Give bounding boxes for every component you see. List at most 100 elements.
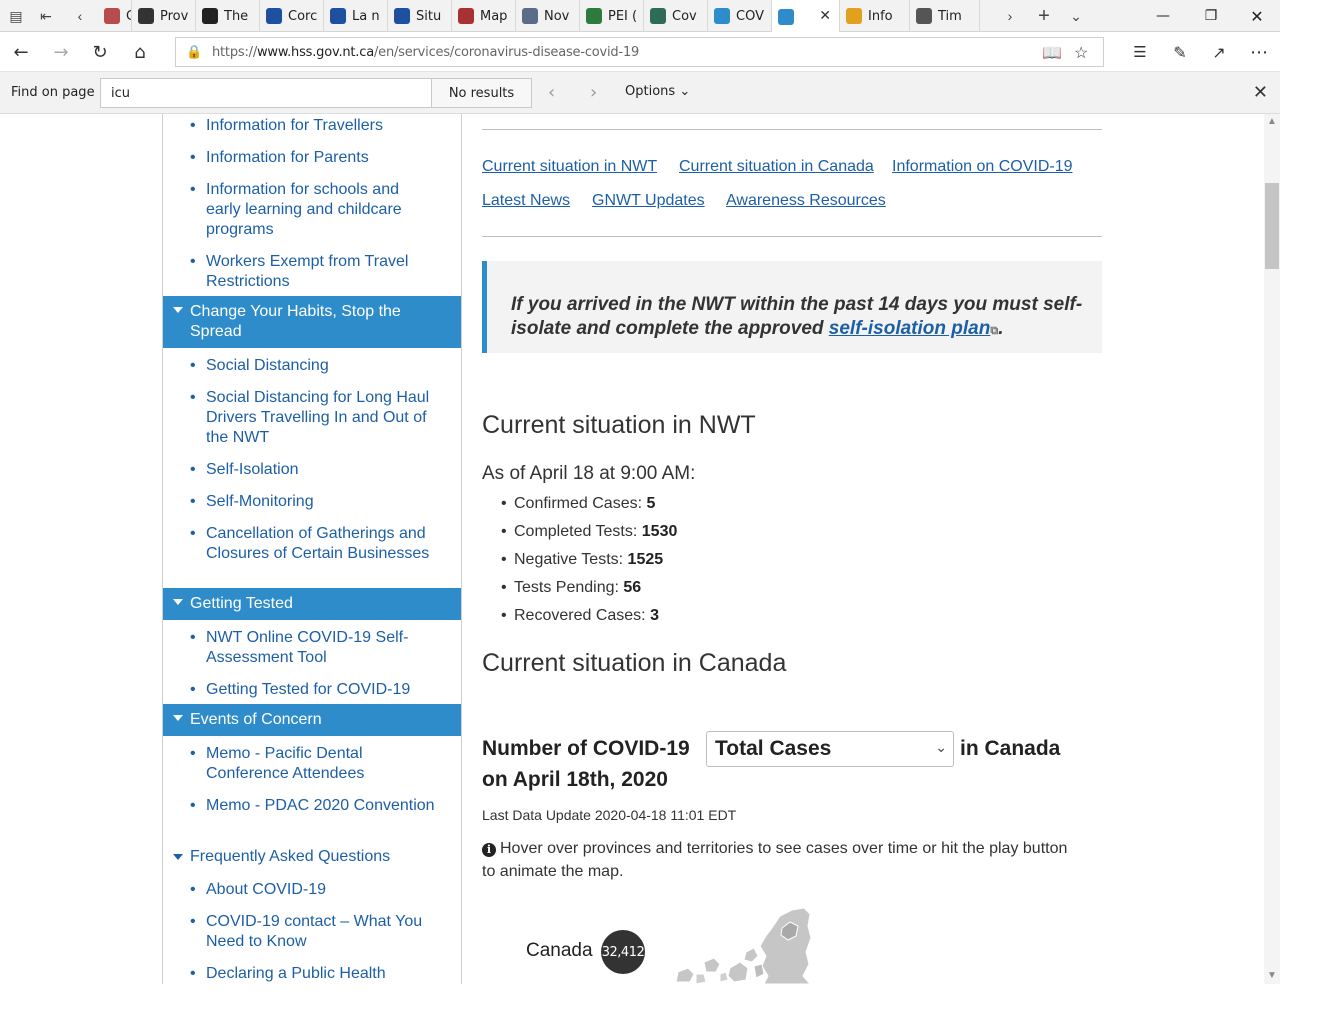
sidebar-item-self-assessment-tool[interactable]: NWT Online COVID-19 Self-Assessment Tool (190, 628, 436, 668)
minimize-icon[interactable]: — (1140, 0, 1186, 32)
sidebar-item-covid-contact[interactable]: COVID-19 contact – What You Need to Know (190, 912, 436, 952)
link-awareness-resources[interactable]: Awareness Resources (726, 192, 886, 210)
sidebar-item-cancellation-of-gatherings[interactable]: Cancellation of Gatherings and Closures … (190, 524, 436, 564)
link-gnwt-updates[interactable]: GNWT Updates (592, 192, 705, 210)
sidebar-section-faq[interactable]: Frequently Asked Questions (173, 848, 390, 866)
tab-13[interactable]: Tim (910, 0, 980, 32)
favorites-hub-icon[interactable]: ☰ (1128, 40, 1152, 64)
sidebar-item-information-for-parents[interactable]: Information for Parents (190, 148, 436, 168)
sidebar-item-self-monitoring[interactable]: Self-Monitoring (190, 492, 436, 512)
sidebar-section-events-of-concern[interactable]: Events of Concern (163, 704, 461, 736)
sidebar-item-social-distancing-drivers[interactable]: Social Distancing for Long Haul Drivers … (190, 388, 436, 448)
tab-label: Corc (288, 8, 318, 24)
address-bar-row: ← → ↻ ⌂ 🔒 https://www.hss.gov.nt.ca/en/s… (0, 32, 1280, 72)
sidebar-item-information-for-schools[interactable]: Information for schools and early learni… (190, 180, 436, 240)
tab-label: Map (480, 8, 508, 24)
find-previous-icon[interactable]: ‹ (548, 82, 555, 103)
metric-select[interactable]: Total Cases ⌄ (706, 731, 954, 767)
map-region-island[interactable] (753, 963, 765, 979)
more-menu-icon[interactable]: ⋯ (1247, 40, 1271, 64)
sidebar-item-memo-pdac[interactable]: Memo - PDAC 2020 Convention (190, 796, 436, 816)
canada-map[interactable] (670, 904, 815, 984)
link-latest-news[interactable]: Latest News (482, 192, 570, 210)
expanded-triangle-icon (173, 307, 183, 313)
share-icon[interactable]: ↗ (1207, 40, 1231, 64)
tab-1[interactable]: Prov (132, 0, 196, 32)
set-aside-tabs-icon[interactable]: ⇤ (36, 6, 56, 26)
scroll-tabs-right-icon[interactable]: › (1000, 6, 1020, 26)
refresh-icon[interactable]: ↻ (88, 40, 112, 64)
sidebar-item-getting-tested[interactable]: Getting Tested for COVID-19 (190, 680, 436, 700)
home-icon[interactable]: ⌂ (128, 40, 152, 64)
tab-label: The (224, 8, 249, 24)
scroll-tabs-left-icon[interactable]: ‹ (70, 6, 90, 26)
sidebar-section-getting-tested[interactable]: Getting Tested (163, 588, 461, 620)
reading-view-icon[interactable]: 📖 (1042, 43, 1062, 63)
tab-8[interactable]: PEI ( (580, 0, 644, 32)
sidebar-item-about-covid[interactable]: About COVID-19 (190, 880, 436, 900)
self-isolation-plan-link[interactable]: self-isolation plan (829, 318, 991, 339)
map-region-island[interactable] (719, 971, 729, 983)
tab-actions-icon[interactable]: ▤ (6, 6, 26, 26)
external-link-icon: ⧉ (990, 325, 999, 337)
scrollbar-thumb[interactable] (1265, 183, 1279, 269)
sidebar-section-label: Change Your Habits, Stop the Spread (190, 303, 401, 340)
canada-total-badge[interactable]: 32,412 (601, 930, 645, 974)
link-current-situation-canada[interactable]: Current situation in Canada (679, 158, 874, 176)
tab-4[interactable]: La n (324, 0, 388, 32)
tab-6[interactable]: Map (452, 0, 516, 32)
sidebar-section-change-your-habits[interactable]: Change Your Habits, Stop the Spread (163, 296, 461, 348)
map-region-island[interactable] (727, 961, 749, 983)
tab-favicon-icon (458, 8, 474, 24)
scroll-up-icon[interactable]: ▲ (1267, 116, 1277, 127)
web-notes-icon[interactable]: ✎ (1168, 40, 1192, 64)
favorite-star-icon[interactable]: ☆ (1074, 43, 1088, 63)
tab-12[interactable]: Info (840, 0, 910, 32)
in-canada-label: in Canada (960, 737, 1061, 760)
find-input[interactable] (100, 78, 432, 108)
address-bar[interactable]: 🔒 https://www.hss.gov.nt.ca/en/services/… (175, 37, 1104, 67)
new-tab-icon[interactable]: + (1034, 5, 1054, 27)
tab-label: Info (868, 8, 893, 24)
tab-3[interactable]: Corc (260, 0, 324, 32)
restore-icon[interactable]: ❐ (1188, 0, 1234, 32)
window-close-icon[interactable]: ✕ (1234, 0, 1280, 32)
find-options-button[interactable]: Options ⌄ (625, 84, 690, 99)
tab-label: Nov (544, 8, 570, 24)
tab-7[interactable]: Nov (516, 0, 580, 32)
map-region-nunavut-island[interactable] (759, 907, 812, 984)
forward-icon[interactable]: → (49, 40, 73, 64)
tab-label: Prov (160, 8, 189, 24)
sidebar-item-self-isolation[interactable]: Self-Isolation (190, 460, 436, 480)
url-text[interactable]: https://www.hss.gov.nt.ca/en/services/co… (212, 45, 639, 60)
tab-11[interactable]: ✕ (772, 0, 840, 33)
tab-preview-chevron-icon[interactable]: ⌄ (1066, 6, 1086, 26)
find-next-icon[interactable]: › (590, 82, 597, 103)
map-region-island[interactable] (695, 973, 707, 984)
sidebar-item-information-for-travellers[interactable]: Information for Travellers (190, 116, 436, 136)
link-current-situation-nwt[interactable]: Current situation in NWT (482, 158, 657, 176)
map-region-island[interactable] (675, 967, 695, 983)
tab-favicon-icon (714, 8, 730, 24)
sidebar-item-social-distancing[interactable]: Social Distancing (190, 356, 436, 376)
tab-9[interactable]: Cov (644, 0, 708, 32)
alert-text: If you arrived in the NWT within the pas… (511, 294, 1083, 339)
sidebar-item-declaring-public-health[interactable]: Declaring a Public Health (190, 964, 436, 984)
page-scrollbar[interactable]: ▲ ▼ (1264, 114, 1280, 984)
sidebar-item-workers-exempt[interactable]: Workers Exempt from Travel Restrictions (190, 252, 436, 292)
tab-5[interactable]: Situ (388, 0, 452, 32)
map-region-island[interactable] (743, 947, 759, 963)
link-information-on-covid[interactable]: Information on COVID-19 (892, 158, 1073, 176)
find-result-count: No results (432, 78, 532, 108)
find-options-label: Options (625, 84, 676, 99)
map-region-island[interactable] (703, 957, 721, 973)
tab-0[interactable]: Case (98, 0, 132, 32)
find-close-icon[interactable]: ✕ (1253, 82, 1268, 103)
sidebar-item-memo-pacific-dental[interactable]: Memo - Pacific Dental Conference Attende… (190, 744, 436, 784)
tab-2[interactable]: The (196, 0, 260, 32)
tab-close-icon[interactable]: ✕ (819, 8, 831, 24)
back-icon[interactable]: ← (9, 40, 33, 64)
scroll-down-icon[interactable]: ▼ (1267, 970, 1277, 981)
tab-favicon-icon (394, 8, 410, 24)
tab-10[interactable]: COV (708, 0, 772, 32)
